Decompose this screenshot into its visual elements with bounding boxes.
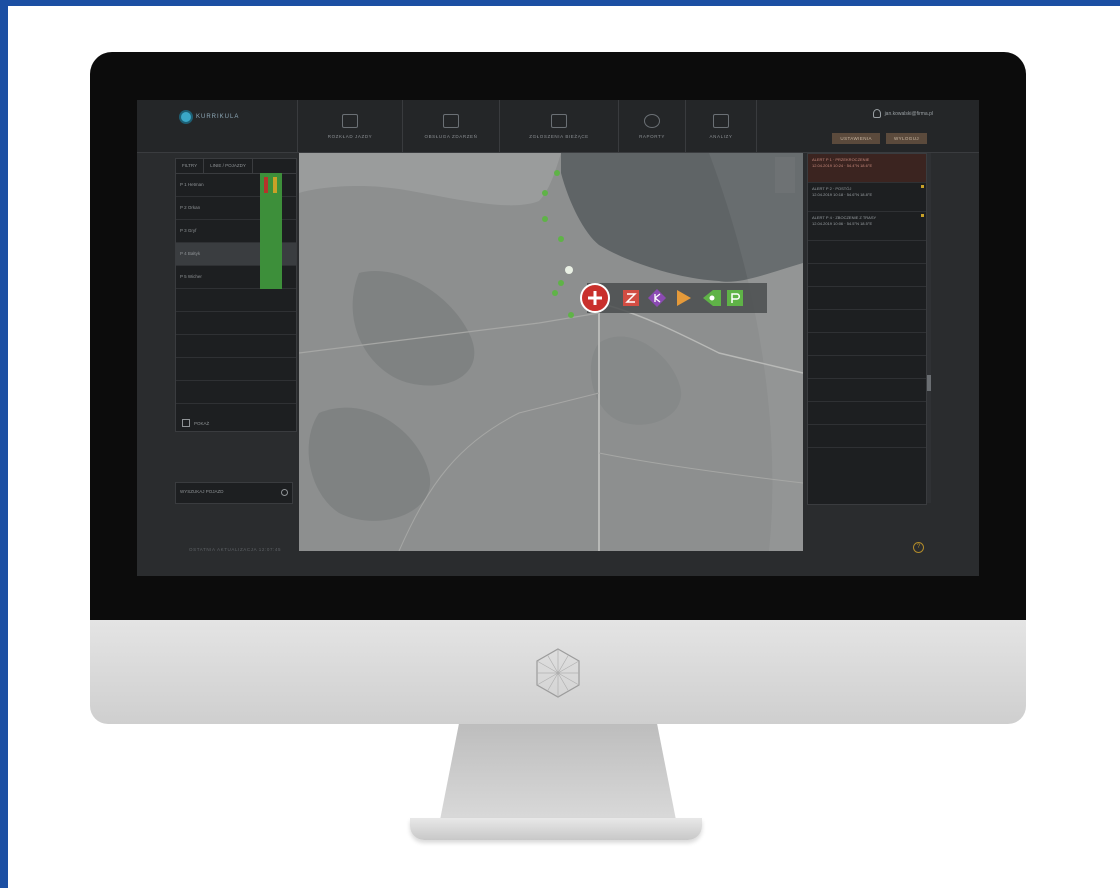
alert-flag-icon [921,185,924,188]
checkbox-icon [182,419,190,427]
scrollbar-thumb[interactable] [927,375,931,391]
search-placeholder: WYSZUKAJ POJAZD [180,489,224,494]
grid-icon [443,113,459,128]
vehicle-marker[interactable] [558,280,564,286]
alerts-panel: ALERT P 1 · PRZEKROCZENIE 12.04.2019 10:… [807,153,927,505]
nav-item-label: ZGŁOSZENIA BIEŻĄCE [529,133,589,139]
hexagon-logo-icon [536,648,580,698]
tag-icon [709,295,715,301]
nav-item-label: ROZKŁAD JAZDY [327,133,373,139]
monitor-stand-neck [440,724,676,820]
map-view[interactable] [299,153,803,551]
page-frame-top [0,0,1120,6]
vehicle-tabs: FILTRY LINIE / POJAZDY [176,159,296,174]
hexagon-lines [536,649,580,697]
alerts-scrollbar[interactable] [927,153,931,503]
zoom-control[interactable] [775,157,795,193]
status-alert-marker [264,177,268,193]
empty-row [808,310,926,333]
empty-row [176,381,296,404]
user-icon [872,109,881,118]
empty-row [176,289,296,312]
empty-row [808,264,926,287]
list-item-label: P 5 Wicher [180,274,202,279]
nav-item-events[interactable]: OBSŁUGA ZDARZEŃ [402,100,499,152]
monitor-screen: KURRIKULA ROZKŁAD JAZDY OBSŁUGA ZDARZEŃ … [137,100,979,576]
chart-icon [713,113,729,128]
vehicle-marker[interactable] [542,190,548,196]
nav-item-label: ANALIZY [709,133,733,139]
nav-item-reports-current[interactable]: ZGŁOSZENIA BIEŻĄCE [499,100,618,152]
status-warning-marker [273,177,277,193]
search-icon [281,489,288,496]
brand-name: KURRIKULA [196,114,240,120]
logout-button[interactable]: WYLOGUJ [885,133,927,144]
list-footer-label: POKAŻ [194,420,210,426]
alert-detail: 12.04.2019 10:06 · 54.5°N 18.5°E [812,221,873,226]
alert-detail: 12.04.2019 10:18 · 54.6°N 18.8°E [812,192,873,197]
monitor-stand-base [410,818,702,840]
empty-row [176,335,296,358]
vehicle-search-input[interactable]: WYSZUKAJ POJAZD [175,482,293,504]
user-email: jan.kowalski@firma.pl [884,110,933,117]
empty-row [808,287,926,310]
nav-item-label: OBSŁUGA ZDARZEŃ [424,133,478,139]
empty-row [176,358,296,381]
alert-item[interactable]: ALERT P 4 · ZBOCZENIE Z TRASY 12.04.2019… [808,212,926,241]
app-header: KURRIKULA ROZKŁAD JAZDY OBSŁUGA ZDARZEŃ … [137,100,979,153]
header-buttons: USTAWIENIA WYLOGUJ [832,133,927,144]
main-nav: ROZKŁAD JAZDY OBSŁUGA ZDARZEŃ ZGŁOSZENIA… [297,100,757,152]
alert-item[interactable]: ALERT P 1 · PRZEKROCZENIE 12.04.2019 10:… [808,154,926,183]
list-item-label: P 4 Bałtyk [180,251,201,256]
nav-item-analytics[interactable]: ANALIZY [685,100,757,152]
last-update-status: OSTATNIA AKTUALIZACJA 12:07:45 [189,547,282,552]
nav-item-timetable[interactable]: ROZKŁAD JAZDY [297,100,402,152]
nav-item-reports[interactable]: RAPORTY [618,100,685,152]
vehicle-list-panel: FILTRY LINIE / POJAZDY P 1 Hetman P 2 Or… [175,158,297,432]
status-indicator-column [260,173,282,289]
tab-lines-vehicles[interactable]: LINIE / POJAZDY [204,159,253,173]
alert-detail: 12.04.2019 10:24 · 54.4°N 18.6°E [812,163,873,168]
action-button-p[interactable] [727,290,743,306]
page-frame-left [0,0,8,888]
empty-row [808,356,926,379]
settings-button[interactable]: USTAWIENIA [832,133,880,144]
vehicle-marker[interactable] [558,236,564,242]
vehicle-marker[interactable] [554,170,560,176]
empty-row [808,425,926,448]
nav-item-label: RAPORTY [639,133,665,139]
brand-icon [181,112,191,122]
help-icon[interactable]: ? [913,542,924,553]
tab-filters[interactable]: FILTRY [176,159,205,173]
vehicle-marker[interactable] [568,312,574,318]
list-item-label: P 1 Hetman [180,182,204,187]
list-footer[interactable]: POKAŻ [182,419,209,427]
route-icon [342,113,358,128]
user-menu[interactable]: jan.kowalski@firma.pl [872,109,933,118]
empty-row [808,241,926,264]
list-item-label: P 2 Orkan [180,205,201,210]
brand-logo: KURRIKULA [181,112,239,122]
list-item-label: P 3 Gryf [180,228,197,233]
vehicle-marker[interactable] [552,290,558,296]
empty-row [808,333,926,356]
vehicle-marker-selected[interactable] [565,266,573,274]
alert-item[interactable]: ALERT P 2 · POSTÓJ 12.04.2019 10:18 · 54… [808,183,926,212]
empty-row [808,379,926,402]
vehicle-marker[interactable] [542,216,548,222]
globe-icon [644,113,660,128]
report-icon [551,113,567,128]
empty-row [808,402,926,425]
alert-flag-icon [921,214,924,217]
empty-row [176,312,296,335]
